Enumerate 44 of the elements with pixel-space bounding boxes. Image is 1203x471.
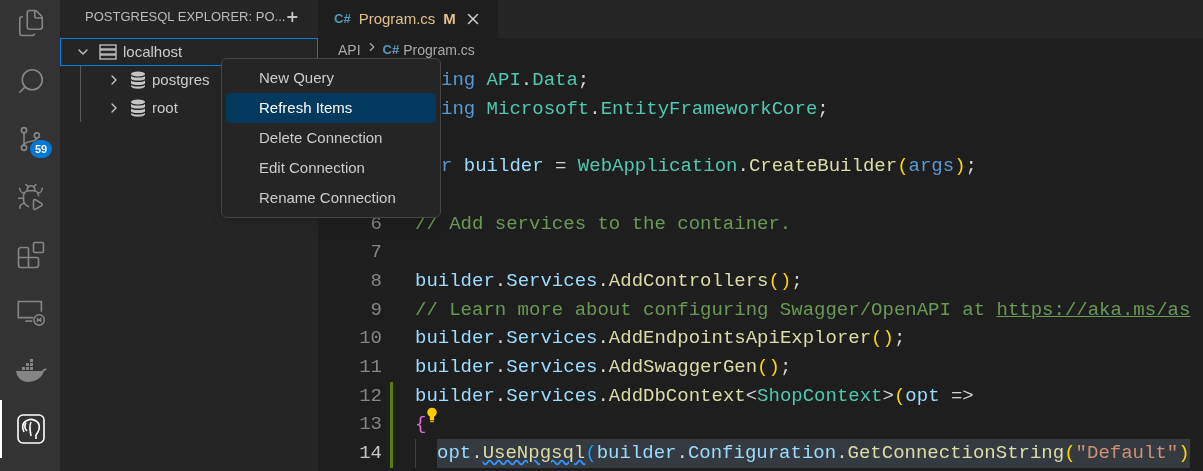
search-icon [16,66,46,96]
elephant-icon [17,414,45,444]
line-number: 14 [359,442,382,465]
code-line: r builder = WebApplication.CreateBuilder(args); [441,154,977,180]
modified-status: M [443,8,456,29]
editor-tab[interactable]: C# Program.cs M [318,0,498,38]
code-line: { [415,412,427,438]
sidebar-title: POSTGRESQL EXPLORER: PO... [85,8,286,27]
database-icon [130,99,146,117]
breadcrumb-item[interactable]: API [338,40,361,61]
menu-item[interactable]: Refresh Items [226,93,436,123]
code-line: ing Microsoft.EntityFrameworkCore; [441,96,829,122]
activity-bar-item[interactable]: 59 [0,110,60,168]
line-number: 7 [370,241,382,264]
csharp-file-icon: C# [334,9,351,29]
line-number: 8 [370,269,382,292]
csharp-file-icon: C# [382,40,400,60]
code-line: // Learn more about configuring Swagger/OpenAPI at https://aka.ms/as [415,297,1191,323]
breadcrumb-item[interactable]: Program.cs [403,40,475,61]
run-debug-icon [16,182,46,212]
menu-item[interactable]: Edit Connection [226,153,436,183]
line-number: 12 [359,384,382,407]
code-line: builder.Services.AddControllers(); [415,268,803,294]
line-number: 13 [359,413,382,436]
menu-item[interactable]: Delete Connection [226,123,436,153]
whale-icon [15,359,47,383]
database-icon [130,71,146,89]
badge: 59 [30,140,53,158]
line-number: 9 [370,298,382,321]
code-line: builder.Services.AddEndpointsApiExplorer(); [415,326,906,352]
tab-label: Program.cs [358,8,436,29]
lightbulb-icon[interactable] [426,407,438,424]
code-line: builder.Services.AddDbContext<ShopContext>(opt => [415,383,974,409]
server-icon [99,44,117,60]
line-number: 11 [359,355,382,378]
remote-monitor-icon [16,299,46,327]
code-link[interactable]: https://aka.ms/as [996,298,1191,321]
extensions-icon [16,240,46,270]
code-line: builder.Services.AddSwaggerGen(); [415,354,792,380]
files-icon [16,8,46,38]
line-number: 10 [359,327,382,350]
menu-item[interactable]: Rename Connection [226,183,436,213]
menu-item[interactable]: New Query [226,63,436,93]
code-line: ing API.Data; [441,68,590,94]
